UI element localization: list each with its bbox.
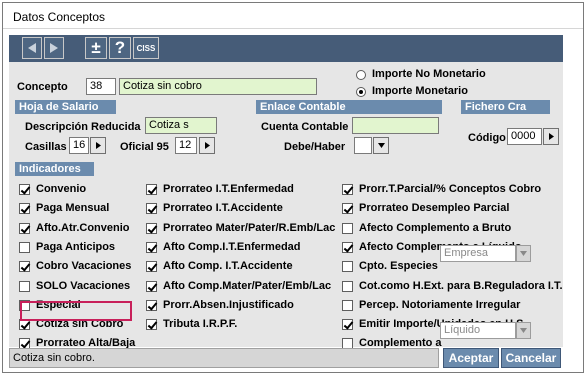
afto-comp-i-t-accidente-label: Afto Comp. I.T.Accidente xyxy=(163,260,293,272)
toolbar: ± ? CISS xyxy=(9,35,563,62)
debe-haber-label: Debe/Haber xyxy=(284,141,346,153)
prorr-absen-injustificado-label: Prorr.Absen.Injustificado xyxy=(163,299,294,311)
codigo-field[interactable]: 0000 xyxy=(507,128,542,145)
prorrateo-i-t-accidente-label: Prorrateo I.T.Accidente xyxy=(163,202,283,214)
afecto-complemento-a-bruto-label: Afecto Complemento a Bruto xyxy=(359,222,512,234)
prorrateo-mater-pater-r-emb-lac-label: Prorrateo Mater/Pater/R.Emb/Lac xyxy=(163,222,336,234)
cpto-especies-label: Cpto. Especies xyxy=(359,260,438,272)
tributa-i-r-p-f-label: Tributa I.R.P.F. xyxy=(163,318,238,330)
title-bar: Datos Conceptos xyxy=(3,3,583,29)
solo-vacaciones-checkbox[interactable] xyxy=(19,281,30,292)
paga-anticipos-label: Paga Anticipos xyxy=(36,241,116,253)
solo-vacaciones-label: SOLO Vacaciones xyxy=(36,280,131,292)
arrow-right-icon xyxy=(548,133,554,140)
fichero-cra-title: Fichero Cra xyxy=(461,100,550,114)
arrow-right-icon xyxy=(95,142,101,149)
casillas-label: Casillas xyxy=(25,141,67,153)
percep-notoriamente-irregular-label: Percep. Notoriamente Irregular xyxy=(359,299,521,311)
oficial-95-spin-button[interactable] xyxy=(199,137,215,154)
afto-comp-mater-pater-emb-lac-label: Afto Comp.Mater/Pater/Emb/Lac xyxy=(163,280,332,292)
convenio-checkbox[interactable] xyxy=(19,184,30,195)
importe-monetario-radio[interactable] xyxy=(356,87,366,97)
cuenta-contable-label: Cuenta Contable xyxy=(261,121,349,133)
debe-haber-field[interactable] xyxy=(354,137,372,154)
casillas-spin-button[interactable] xyxy=(90,137,106,154)
cancelar-button[interactable]: Cancelar xyxy=(501,348,561,368)
especies-select[interactable]: Empresa xyxy=(440,245,516,262)
percep-notoriamente-irregular-checkbox[interactable] xyxy=(342,300,353,311)
afto-comp-i-t-enfermedad-checkbox[interactable] xyxy=(146,242,157,253)
prorrateo-i-t-enfermedad-checkbox[interactable] xyxy=(146,184,157,195)
codigo-spin-button[interactable] xyxy=(543,128,559,145)
importe-no-monetario-label: Importe No Monetario xyxy=(372,68,486,80)
complemento-dropdown-button[interactable] xyxy=(516,322,531,339)
emitir-importe-unidades-en-h-s-checkbox[interactable] xyxy=(342,319,353,330)
chevron-down-icon xyxy=(377,143,385,148)
cobro-vacaciones-checkbox[interactable] xyxy=(19,261,30,272)
cot-como-h-ext-para-b-reguladora-i-t-label: Cot.como H.Ext. para B.Reguladora I.T. xyxy=(359,280,563,292)
afto-atr-convenio-label: Afto.Atr.Convenio xyxy=(36,222,130,234)
complemento-select[interactable]: Líquido xyxy=(440,322,516,339)
help-button[interactable]: ? xyxy=(109,37,131,59)
afto-comp-i-t-accidente-checkbox[interactable] xyxy=(146,261,157,272)
prorrateo-i-t-accidente-checkbox[interactable] xyxy=(146,203,157,214)
oficial-95-label: Oficial 95 xyxy=(120,141,169,153)
hoja-salario-title: Hoja de Salario xyxy=(15,100,116,114)
chevron-down-icon xyxy=(520,251,527,256)
prorrateo-i-t-enfermedad-label: Prorrateo I.T.Enfermedad xyxy=(163,183,294,195)
arrow-right-icon xyxy=(50,43,58,53)
paga-anticipos-checkbox[interactable] xyxy=(19,242,30,253)
importe-no-monetario-radio[interactable] xyxy=(356,70,366,80)
tributa-i-r-p-f-checkbox[interactable] xyxy=(146,319,157,330)
paga-mensual-label: Paga Mensual xyxy=(36,202,110,214)
next-button[interactable] xyxy=(44,37,64,59)
add-remove-button[interactable]: ± xyxy=(85,37,107,59)
debe-haber-dropdown-button[interactable] xyxy=(373,137,389,154)
afto-atr-convenio-checkbox[interactable] xyxy=(19,223,30,234)
window-title: Datos Conceptos xyxy=(13,10,106,24)
especies-dropdown-button[interactable] xyxy=(516,245,531,262)
arrow-right-icon xyxy=(204,142,210,149)
cot-como-h-ext-para-b-reguladora-i-t-checkbox[interactable] xyxy=(342,281,353,292)
concepto-name-field[interactable]: Cotiza sin cobro xyxy=(119,78,317,95)
arrow-left-icon xyxy=(28,43,36,53)
descripcion-reducida-field[interactable]: Cotiza s xyxy=(145,117,217,134)
ciss-button[interactable]: CISS xyxy=(133,37,159,59)
cpto-especies-checkbox[interactable] xyxy=(342,261,353,272)
codigo-label: Código xyxy=(468,132,506,144)
cuenta-contable-field[interactable] xyxy=(352,117,439,134)
afto-comp-i-t-enfermedad-label: Afto Comp.I.T.Enfermedad xyxy=(163,241,301,253)
aceptar-button[interactable]: Aceptar xyxy=(443,348,499,368)
cotiza-sin-cobro-highlight xyxy=(20,301,132,321)
afecto-complemento-a-liquido-checkbox[interactable] xyxy=(342,242,353,253)
chevron-down-icon xyxy=(520,328,527,333)
previous-button[interactable] xyxy=(22,37,42,59)
prorr-t-parcial-conceptos-cobro-label: Prorr.T.Parcial/% Conceptos Cobro xyxy=(359,183,542,195)
prorr-absen-injustificado-checkbox[interactable] xyxy=(146,300,157,311)
convenio-label: Convenio xyxy=(36,183,87,195)
prorr-t-parcial-conceptos-cobro-checkbox[interactable] xyxy=(342,184,353,195)
paga-mensual-checkbox[interactable] xyxy=(19,203,30,214)
concepto-label: Concepto xyxy=(17,81,68,93)
casillas-field[interactable]: 16 xyxy=(69,137,89,154)
prorrateo-desempleo-parcial-label: Prorrateo Desempleo Parcial xyxy=(359,202,510,214)
afecto-complemento-a-bruto-checkbox[interactable] xyxy=(342,223,353,234)
descripcion-reducida-label: Descripción Reducida xyxy=(25,121,141,133)
enlace-contable-title: Enlace Contable xyxy=(256,100,442,114)
status-bar: Cotiza sin cobro. xyxy=(9,348,439,368)
prorrateo-mater-pater-r-emb-lac-checkbox[interactable] xyxy=(146,223,157,234)
afto-comp-mater-pater-emb-lac-checkbox[interactable] xyxy=(146,281,157,292)
importe-monetario-label: Importe Monetario xyxy=(372,85,468,97)
cobro-vacaciones-label: Cobro Vacaciones xyxy=(36,260,132,272)
concepto-code-field[interactable]: 38 xyxy=(86,78,116,95)
prorrateo-desempleo-parcial-checkbox[interactable] xyxy=(342,203,353,214)
indicadores-title: Indicadores xyxy=(15,162,94,176)
oficial-95-field[interactable]: 12 xyxy=(175,137,197,154)
